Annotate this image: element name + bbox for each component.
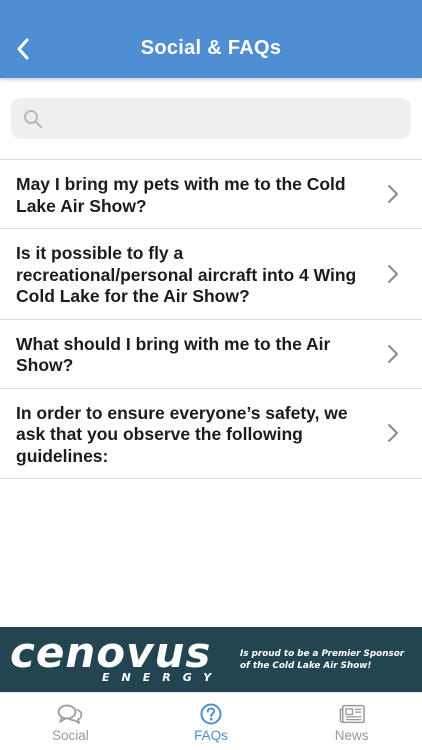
sponsor-banner[interactable]: cenovus ENERGY Is proud to be a Premier …	[0, 627, 422, 692]
app-screen: Social & FAQs May I bring my pets with m…	[0, 0, 422, 750]
chevron-right-icon	[388, 344, 398, 363]
sponsor-message-line: Is proud to be a Premier Sponsor	[240, 649, 405, 659]
chevron-right-icon	[388, 185, 398, 203]
sponsor-message: Is proud to be a Premier Sponsor of the …	[240, 648, 420, 672]
faq-item-safety-guidelines[interactable]: In order to ensure everyone’s safety, we…	[0, 389, 422, 479]
faq-question: What should I bring with me to the Air S…	[16, 333, 331, 376]
chat-bubbles-icon	[57, 704, 83, 724]
search-input[interactable]	[51, 98, 411, 139]
sponsor-logo: cenovus	[10, 628, 212, 677]
faq-question: May I bring my pets with me to the Cold …	[16, 174, 346, 216]
faq-question: Is it possible to fly a recreational/per…	[16, 243, 357, 306]
header-bar: Social & FAQs	[0, 0, 422, 78]
faq-item-what-to-bring[interactable]: What should I bring with me to the Air S…	[0, 320, 422, 389]
tab-faqs[interactable]: FAQs	[141, 693, 282, 750]
sponsor-logo-subtitle: ENERGY	[102, 671, 224, 684]
question-circle-icon	[200, 703, 222, 725]
bottom-tab-bar: Social FAQs News	[0, 692, 422, 750]
search-bar[interactable]	[11, 98, 411, 139]
tab-news-label: News	[334, 728, 369, 743]
faq-list: May I bring my pets with me to the Cold …	[0, 159, 422, 479]
chevron-right-icon	[388, 424, 398, 443]
search-icon	[24, 109, 43, 128]
tab-news[interactable]: News	[281, 693, 422, 750]
chevron-right-icon	[388, 264, 398, 283]
tab-social[interactable]: Social	[0, 693, 141, 750]
newspaper-icon	[339, 704, 365, 724]
tab-faqs-label: FAQs	[194, 728, 228, 743]
sponsor-message-line: of the Cold Lake Air Show!	[240, 661, 372, 671]
page-title: Social & FAQs	[140, 37, 282, 59]
tab-social-label: Social	[51, 728, 89, 743]
faq-item-aircraft[interactable]: Is it possible to fly a recreational/per…	[0, 229, 422, 320]
faq-item-pets[interactable]: May I bring my pets with me to the Cold …	[0, 160, 422, 229]
faq-question: In order to ensure everyone’s safety, we…	[16, 402, 348, 466]
